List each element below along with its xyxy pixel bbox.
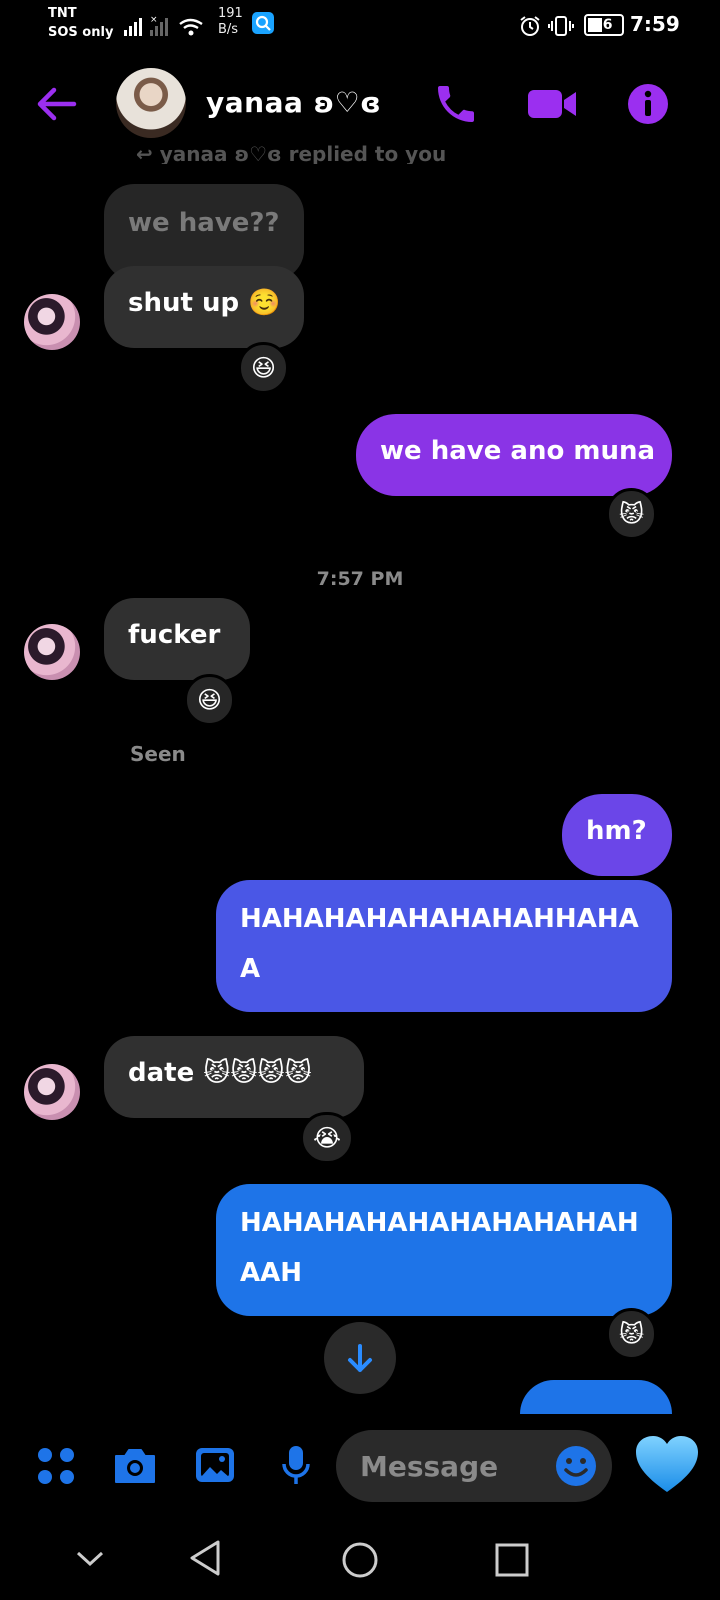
- phone-icon: [438, 86, 474, 122]
- message-text-line2: A: [240, 954, 261, 984]
- sender-avatar[interactable]: [24, 624, 80, 680]
- status-bar: TNT SOS only × 191 B/s 36 7:59: [0, 0, 720, 56]
- nav-hide-button[interactable]: [74, 1542, 106, 1578]
- battery-icon: 36: [584, 14, 624, 36]
- info-icon: [628, 84, 668, 124]
- message-text: hm?: [586, 816, 647, 846]
- microphone-icon: [282, 1446, 310, 1484]
- apps-grid-icon: [38, 1448, 74, 1484]
- message-reaction[interactable]: 😆: [184, 674, 236, 726]
- message-text: date 😾😾😾😾: [128, 1058, 312, 1088]
- svg-text:×: ×: [150, 15, 158, 25]
- outgoing-message[interactable]: we have ano muna: [356, 414, 672, 496]
- search-app-icon: [252, 12, 274, 34]
- outgoing-message[interactable]: HAHAHAHAHAHAHAHHAHA A: [216, 880, 672, 1012]
- arrow-down-icon: [348, 1344, 372, 1372]
- outgoing-message[interactable]: hm?: [562, 794, 672, 876]
- nav-home-button[interactable]: [340, 1540, 380, 1584]
- message-text-line2: AAH: [240, 1258, 303, 1288]
- gallery-button[interactable]: [194, 1446, 236, 1490]
- message-reaction[interactable]: 😆: [238, 342, 290, 394]
- sender-avatar[interactable]: [24, 1064, 80, 1120]
- battery-level: 36: [593, 17, 613, 33]
- back-button[interactable]: [34, 84, 82, 124]
- outgoing-message[interactable]: HAHAHAHAHAHAHAHAHAH AAH: [216, 1184, 672, 1316]
- scroll-to-bottom-button[interactable]: [324, 1322, 396, 1394]
- reply-indicator: ↩ yanaa ʚ♡ɞ replied to you: [136, 142, 447, 164]
- net-speed-unit: B/s: [218, 22, 239, 37]
- chevron-down-icon: [76, 1551, 104, 1567]
- net-speed-value: 191: [218, 6, 243, 21]
- message-text-line1: HAHAHAHAHAHAHAHAHAH: [240, 1208, 639, 1238]
- camera-button[interactable]: [112, 1446, 158, 1490]
- gallery-icon: [196, 1448, 234, 1482]
- circle-home-icon: [342, 1542, 378, 1578]
- emoji-button[interactable]: [554, 1444, 598, 1492]
- incoming-message[interactable]: shut up ☺️: [104, 266, 304, 348]
- back-arrow-icon: [37, 87, 77, 121]
- message-reaction[interactable]: 😭: [300, 1112, 355, 1164]
- like-button[interactable]: [634, 1434, 700, 1498]
- voice-call-button[interactable]: [432, 80, 480, 128]
- video-camera-icon: [528, 90, 576, 118]
- carrier-status: SOS only: [48, 25, 114, 40]
- message-text-line1: HAHAHAHAHAHAHAHHAHA: [240, 904, 639, 934]
- carrier-info: TNT SOS only: [48, 6, 113, 41]
- triangle-back-icon: [190, 1540, 220, 1576]
- vibrate-icon: [548, 14, 574, 42]
- square-recents-icon: [495, 1543, 529, 1577]
- seen-indicator: Seen: [130, 742, 186, 766]
- contact-name[interactable]: yanaa ʚ♡ɞ: [206, 86, 381, 119]
- incoming-message[interactable]: fucker: [104, 598, 250, 680]
- carrier-name: TNT: [48, 6, 77, 21]
- camera-icon: [115, 1449, 155, 1483]
- nav-recents-button[interactable]: [494, 1542, 530, 1582]
- alarm-icon: [518, 14, 542, 42]
- clock: 7:59: [630, 12, 680, 36]
- incoming-message[interactable]: date 😾😾😾😾: [104, 1036, 364, 1118]
- apps-button[interactable]: [36, 1446, 76, 1490]
- message-text: shut up ☺️: [128, 288, 281, 318]
- voice-message-button[interactable]: [280, 1444, 312, 1492]
- message-reaction[interactable]: 😾: [606, 1308, 658, 1360]
- network-speed: 191 B/s: [218, 6, 243, 38]
- quoted-message-text: we have??: [128, 208, 280, 238]
- sender-avatar[interactable]: [24, 294, 80, 350]
- nav-back-button[interactable]: [186, 1538, 224, 1582]
- time-separator: 7:57 PM: [316, 568, 404, 590]
- message-text: fucker: [128, 620, 221, 650]
- heart-icon: [636, 1436, 698, 1492]
- signal-icons: ×: [124, 14, 210, 42]
- message-reaction[interactable]: 😾: [606, 488, 658, 540]
- emoji-icon: [556, 1446, 596, 1486]
- message-text: we have ano muna: [380, 436, 656, 466]
- video-call-button[interactable]: [526, 84, 580, 124]
- info-button[interactable]: [626, 82, 670, 126]
- contact-avatar[interactable]: [116, 68, 186, 138]
- message-placeholder: Message: [360, 1450, 499, 1483]
